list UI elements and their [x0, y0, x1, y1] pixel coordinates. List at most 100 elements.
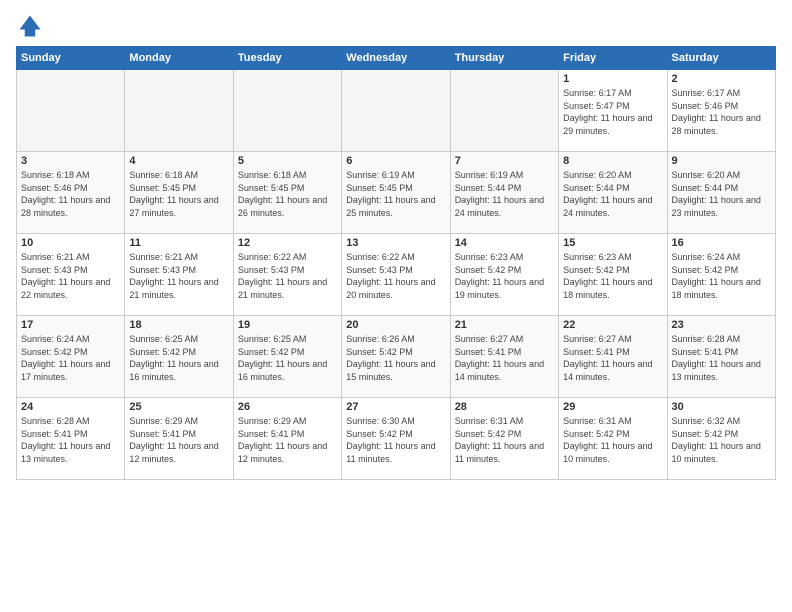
calendar-cell: 20 Sunrise: 6:26 AM Sunset: 5:42 PM Dayli… — [342, 316, 450, 398]
day-info: Sunrise: 6:18 AM Sunset: 5:45 PM Dayligh… — [129, 169, 228, 219]
day-number: 7 — [455, 155, 554, 167]
calendar-cell — [17, 70, 125, 152]
day-info: Sunrise: 6:17 AM Sunset: 5:46 PM Dayligh… — [672, 87, 771, 137]
calendar-cell: 17 Sunrise: 6:24 AM Sunset: 5:42 PM Dayli… — [17, 316, 125, 398]
calendar-cell: 4 Sunrise: 6:18 AM Sunset: 5:45 PM Daylig… — [125, 152, 233, 234]
calendar-cell: 19 Sunrise: 6:25 AM Sunset: 5:42 PM Dayli… — [233, 316, 341, 398]
day-number: 13 — [346, 237, 445, 249]
day-info: Sunrise: 6:27 AM Sunset: 5:41 PM Dayligh… — [455, 333, 554, 383]
day-number: 12 — [238, 237, 337, 249]
day-number: 10 — [21, 237, 120, 249]
calendar-cell: 28Sunrise: 6:31 AM Sunset: 5:42 PM Dayli… — [450, 398, 558, 480]
calendar-cell: 22 Sunrise: 6:27 AM Sunset: 5:41 PM Dayli… — [559, 316, 667, 398]
week-row-2: 3 Sunrise: 6:18 AM Sunset: 5:46 PM Daylig… — [17, 152, 776, 234]
calendar-cell: 14 Sunrise: 6:23 AM Sunset: 5:42 PM Dayli… — [450, 234, 558, 316]
day-info: Sunrise: 6:19 AM Sunset: 5:44 PM Dayligh… — [455, 169, 554, 219]
calendar-cell: 29 Sunrise: 6:31 AM Sunset: 5:42 PM Dayli… — [559, 398, 667, 480]
day-info: Sunrise: 6:18 AM Sunset: 5:46 PM Dayligh… — [21, 169, 120, 219]
calendar-cell: 24 Sunrise: 6:28 AM Sunset: 5:41 PM Dayli… — [17, 398, 125, 480]
day-info: Sunrise: 6:21 AM Sunset: 5:43 PM Dayligh… — [129, 251, 228, 301]
day-info: Sunrise: 6:29 AM Sunset: 5:41 PM Dayligh… — [238, 415, 337, 465]
day-info: Sunrise: 6:24 AM Sunset: 5:42 PM Dayligh… — [672, 251, 771, 301]
day-info: Sunrise: 6:19 AM Sunset: 5:45 PM Dayligh… — [346, 169, 445, 219]
calendar-table: SundayMondayTuesdayWednesdayThursdayFrid… — [16, 46, 776, 480]
day-number: 19 — [238, 319, 337, 331]
calendar-cell: 8Sunrise: 6:20 AM Sunset: 5:44 PM Daylig… — [559, 152, 667, 234]
day-number: 30 — [672, 401, 771, 413]
calendar-cell: 16 Sunrise: 6:24 AM Sunset: 5:42 PM Dayli… — [667, 234, 775, 316]
calendar-cell: 6 Sunrise: 6:19 AM Sunset: 5:45 PM Daylig… — [342, 152, 450, 234]
day-info: Sunrise: 6:30 AM Sunset: 5:42 PM Dayligh… — [346, 415, 445, 465]
day-number: 20 — [346, 319, 445, 331]
week-row-4: 17 Sunrise: 6:24 AM Sunset: 5:42 PM Dayli… — [17, 316, 776, 398]
week-row-5: 24 Sunrise: 6:28 AM Sunset: 5:41 PM Dayli… — [17, 398, 776, 480]
weekday-header-friday: Friday — [559, 47, 667, 70]
weekday-header-row: SundayMondayTuesdayWednesdayThursdayFrid… — [17, 47, 776, 70]
day-info: Sunrise: 6:20 AM Sunset: 5:44 PM Dayligh… — [563, 169, 662, 219]
day-number: 4 — [129, 155, 228, 167]
calendar-cell — [450, 70, 558, 152]
weekday-header-monday: Monday — [125, 47, 233, 70]
day-info: Sunrise: 6:22 AM Sunset: 5:43 PM Dayligh… — [238, 251, 337, 301]
day-number: 14 — [455, 237, 554, 249]
calendar-cell — [342, 70, 450, 152]
calendar-cell: 2 Sunrise: 6:17 AM Sunset: 5:46 PM Daylig… — [667, 70, 775, 152]
day-number: 1 — [563, 73, 662, 85]
day-number: 2 — [672, 73, 771, 85]
calendar-cell: 1 Sunrise: 6:17 AM Sunset: 5:47 PM Daylig… — [559, 70, 667, 152]
logo — [16, 12, 48, 40]
day-number: 24 — [21, 401, 120, 413]
day-info: Sunrise: 6:23 AM Sunset: 5:42 PM Dayligh… — [455, 251, 554, 301]
weekday-header-tuesday: Tuesday — [233, 47, 341, 70]
week-row-1: 1 Sunrise: 6:17 AM Sunset: 5:47 PM Daylig… — [17, 70, 776, 152]
calendar-cell: 30 Sunrise: 6:32 AM Sunset: 5:42 PM Dayli… — [667, 398, 775, 480]
weekday-header-thursday: Thursday — [450, 47, 558, 70]
calendar-cell: 12 Sunrise: 6:22 AM Sunset: 5:43 PM Dayli… — [233, 234, 341, 316]
day-info: Sunrise: 6:24 AM Sunset: 5:42 PM Dayligh… — [21, 333, 120, 383]
week-row-3: 10 Sunrise: 6:21 AM Sunset: 5:43 PM Dayli… — [17, 234, 776, 316]
weekday-header-wednesday: Wednesday — [342, 47, 450, 70]
day-info: Sunrise: 6:25 AM Sunset: 5:42 PM Dayligh… — [238, 333, 337, 383]
day-number: 29 — [563, 401, 662, 413]
page: SundayMondayTuesdayWednesdayThursdayFrid… — [0, 0, 792, 612]
weekday-header-sunday: Sunday — [17, 47, 125, 70]
calendar-cell — [233, 70, 341, 152]
day-info: Sunrise: 6:28 AM Sunset: 5:41 PM Dayligh… — [672, 333, 771, 383]
day-number: 17 — [21, 319, 120, 331]
calendar-cell: 23Sunrise: 6:28 AM Sunset: 5:41 PM Dayli… — [667, 316, 775, 398]
day-info: Sunrise: 6:25 AM Sunset: 5:42 PM Dayligh… — [129, 333, 228, 383]
calendar-cell: 9Sunrise: 6:20 AM Sunset: 5:44 PM Daylig… — [667, 152, 775, 234]
calendar-cell: 3 Sunrise: 6:18 AM Sunset: 5:46 PM Daylig… — [17, 152, 125, 234]
day-info: Sunrise: 6:28 AM Sunset: 5:41 PM Dayligh… — [21, 415, 120, 465]
calendar-cell: 26 Sunrise: 6:29 AM Sunset: 5:41 PM Dayli… — [233, 398, 341, 480]
day-info: Sunrise: 6:22 AM Sunset: 5:43 PM Dayligh… — [346, 251, 445, 301]
calendar-cell: 25 Sunrise: 6:29 AM Sunset: 5:41 PM Dayli… — [125, 398, 233, 480]
calendar-cell: 7 Sunrise: 6:19 AM Sunset: 5:44 PM Daylig… — [450, 152, 558, 234]
day-info: Sunrise: 6:26 AM Sunset: 5:42 PM Dayligh… — [346, 333, 445, 383]
day-number: 16 — [672, 237, 771, 249]
day-info: Sunrise: 6:17 AM Sunset: 5:47 PM Dayligh… — [563, 87, 662, 137]
calendar-cell: 5Sunrise: 6:18 AM Sunset: 5:45 PM Daylig… — [233, 152, 341, 234]
calendar-cell: 10 Sunrise: 6:21 AM Sunset: 5:43 PM Dayli… — [17, 234, 125, 316]
day-number: 27 — [346, 401, 445, 413]
day-number: 22 — [563, 319, 662, 331]
day-info: Sunrise: 6:27 AM Sunset: 5:41 PM Dayligh… — [563, 333, 662, 383]
weekday-header-saturday: Saturday — [667, 47, 775, 70]
calendar-cell: 21 Sunrise: 6:27 AM Sunset: 5:41 PM Dayli… — [450, 316, 558, 398]
day-number: 9 — [672, 155, 771, 167]
day-number: 26 — [238, 401, 337, 413]
day-info: Sunrise: 6:29 AM Sunset: 5:41 PM Dayligh… — [129, 415, 228, 465]
day-number: 18 — [129, 319, 228, 331]
day-number: 25 — [129, 401, 228, 413]
day-number: 3 — [21, 155, 120, 167]
day-info: Sunrise: 6:21 AM Sunset: 5:43 PM Dayligh… — [21, 251, 120, 301]
day-number: 21 — [455, 319, 554, 331]
header — [16, 12, 776, 40]
logo-icon — [16, 12, 44, 40]
day-info: Sunrise: 6:32 AM Sunset: 5:42 PM Dayligh… — [672, 415, 771, 465]
day-number: 6 — [346, 155, 445, 167]
day-info: Sunrise: 6:31 AM Sunset: 5:42 PM Dayligh… — [455, 415, 554, 465]
day-info: Sunrise: 6:23 AM Sunset: 5:42 PM Dayligh… — [563, 251, 662, 301]
calendar-cell: 27 Sunrise: 6:30 AM Sunset: 5:42 PM Dayli… — [342, 398, 450, 480]
day-info: Sunrise: 6:31 AM Sunset: 5:42 PM Dayligh… — [563, 415, 662, 465]
